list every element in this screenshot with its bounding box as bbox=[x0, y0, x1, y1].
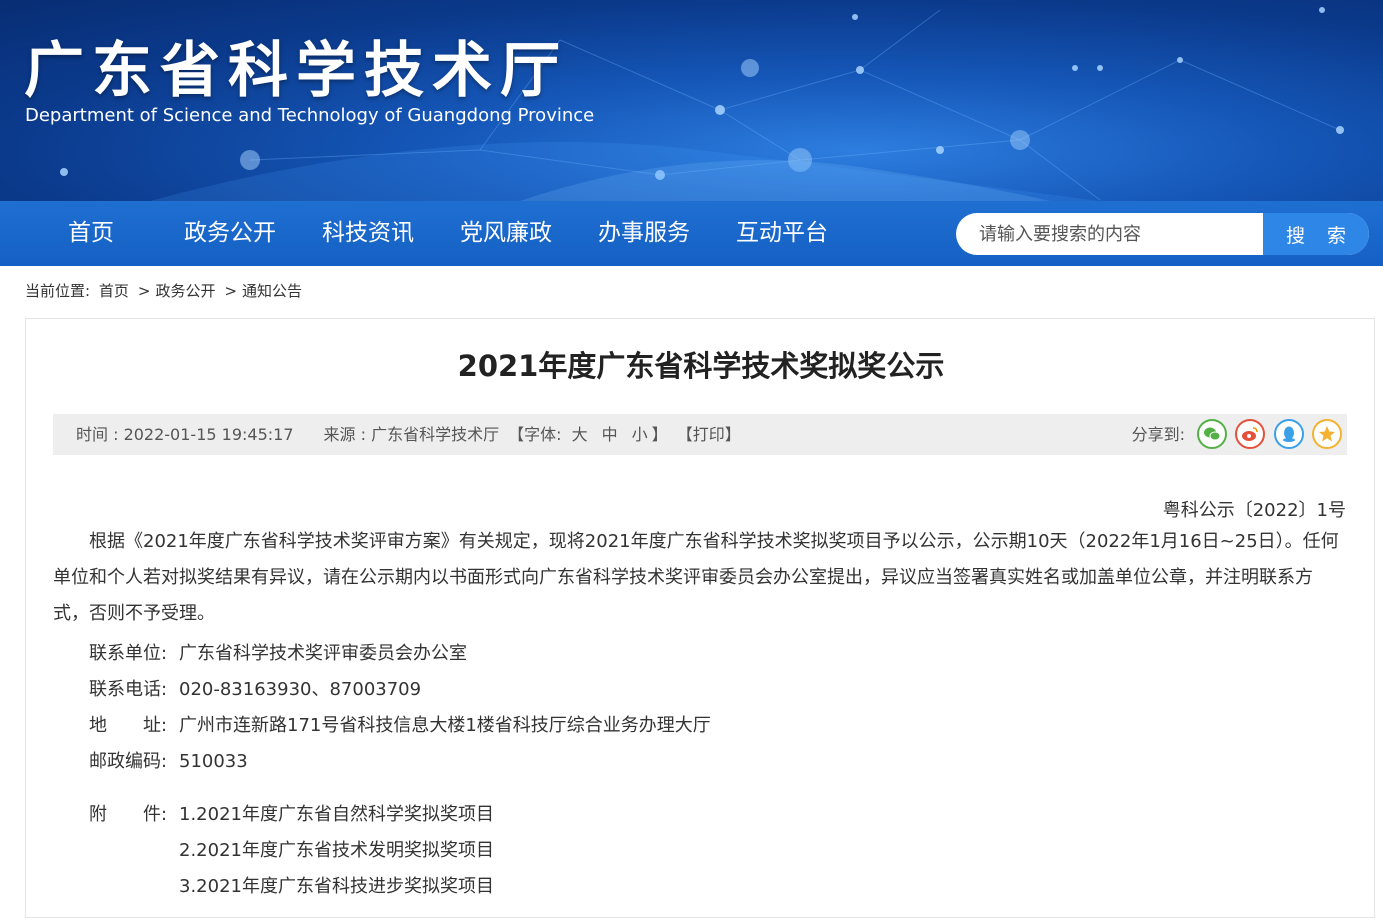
qzone-icon[interactable] bbox=[1312, 419, 1342, 449]
nav-item-services[interactable]: 办事服务 bbox=[598, 201, 690, 266]
article-meta-bar: 时间 : 2022-01-15 19:45:17 来源 : 广东省科学技术厅 【字… bbox=[53, 414, 1347, 455]
breadcrumb-item-home[interactable]: 首页 bbox=[99, 282, 129, 300]
qq-icon[interactable] bbox=[1274, 419, 1304, 449]
article-body-paragraph: 根据《2021年度广东省科学技术奖评审方案》有关规定，现将2021年度广东省科学… bbox=[53, 531, 1339, 624]
breadcrumb-item-government-affairs[interactable]: 政务公开 bbox=[155, 282, 215, 300]
site-banner: 广东省科学技术厅 Department of Science and Techn… bbox=[0, 0, 1383, 201]
contact-key: 地 址: bbox=[89, 715, 168, 736]
breadcrumb-prefix: 当前位置: bbox=[25, 282, 91, 300]
article-panel: 2021年度广东省科学技术奖拟奖公示 时间 : 2022-01-15 19:45… bbox=[25, 318, 1375, 918]
contact-key: 联系电话: bbox=[89, 679, 168, 700]
contact-unit-line: 联系单位: 广东省科学技术奖评审委员会办公室 bbox=[89, 639, 467, 665]
site-title: 广东省科学技术厅 bbox=[24, 36, 568, 106]
contact-value: 510033 bbox=[179, 751, 248, 772]
contact-phone-line: 联系电话: 020-83163930、87003709 bbox=[89, 675, 421, 701]
site-subtitle: Department of Science and Technology of … bbox=[25, 105, 595, 126]
search-input[interactable] bbox=[956, 213, 1263, 255]
attachments-label: 附 件: bbox=[89, 804, 168, 825]
contact-key: 邮政编码: bbox=[89, 751, 168, 772]
contact-value: 020-83163930、87003709 bbox=[179, 679, 422, 700]
article-source: 来源 : 广东省科学技术厅 bbox=[323, 425, 500, 444]
font-size-medium[interactable]: 中 bbox=[602, 425, 618, 444]
document-number: 粤科公示〔2022〕1号 bbox=[1162, 500, 1346, 521]
article-title: 2021年度广东省科学技术奖拟奖公示 bbox=[457, 349, 945, 383]
contact-value: 广州市连新路171号省科技信息大楼1楼省科技厅综合业务办理大厅 bbox=[179, 715, 711, 736]
font-size-large[interactable]: 大 bbox=[572, 425, 588, 444]
nav-item-interaction[interactable]: 互动平台 bbox=[736, 201, 828, 266]
attachment-link[interactable]: 3.2021年度广东省科技进步奖拟奖项目 bbox=[179, 872, 494, 898]
search-bar: 搜 索 bbox=[956, 213, 1369, 255]
attachment-link[interactable]: 1.2021年度广东省自然科学奖拟奖项目 bbox=[179, 800, 494, 826]
contact-key: 联系单位: bbox=[89, 643, 168, 664]
breadcrumb: 当前位置: 首页 > 政务公开 > 通知公告 bbox=[25, 280, 306, 301]
breadcrumb-item-notices[interactable]: 通知公告 bbox=[242, 282, 302, 300]
font-size-suffix: 】 bbox=[651, 425, 668, 444]
breadcrumb-separator: > bbox=[224, 282, 238, 300]
publish-time: 时间 : 2022-01-15 19:45:17 bbox=[76, 425, 294, 444]
contact-address-line: 地 址: 广州市连新路171号省科技信息大楼1楼省科技厅综合业务办理大厅 bbox=[89, 711, 711, 737]
nav-item-government-affairs[interactable]: 政务公开 bbox=[184, 201, 276, 266]
breadcrumb-separator: > bbox=[137, 282, 151, 300]
wechat-icon[interactable] bbox=[1197, 419, 1227, 449]
share-label: 分享到: bbox=[1131, 425, 1185, 444]
contact-value: 广东省科学技术奖评审委员会办公室 bbox=[179, 643, 467, 664]
search-button[interactable]: 搜 索 bbox=[1263, 213, 1369, 255]
nav-item-party-integrity[interactable]: 党风廉政 bbox=[460, 201, 552, 266]
main-nav: 首页 政务公开 科技资讯 党风廉政 办事服务 互动平台 搜 索 bbox=[0, 201, 1383, 266]
nav-item-tech-news[interactable]: 科技资讯 bbox=[322, 201, 414, 266]
attachment-link[interactable]: 2.2021年度广东省技术发明奖拟奖项目 bbox=[179, 836, 494, 862]
weibo-icon[interactable] bbox=[1235, 419, 1265, 449]
font-size-small[interactable]: 小 bbox=[632, 425, 648, 444]
font-size-prefix: 【字体: bbox=[508, 425, 562, 444]
print-link[interactable]: 【打印】 bbox=[677, 425, 741, 444]
contact-postcode-line: 邮政编码: 510033 bbox=[89, 747, 248, 773]
nav-item-home[interactable]: 首页 bbox=[68, 201, 114, 266]
